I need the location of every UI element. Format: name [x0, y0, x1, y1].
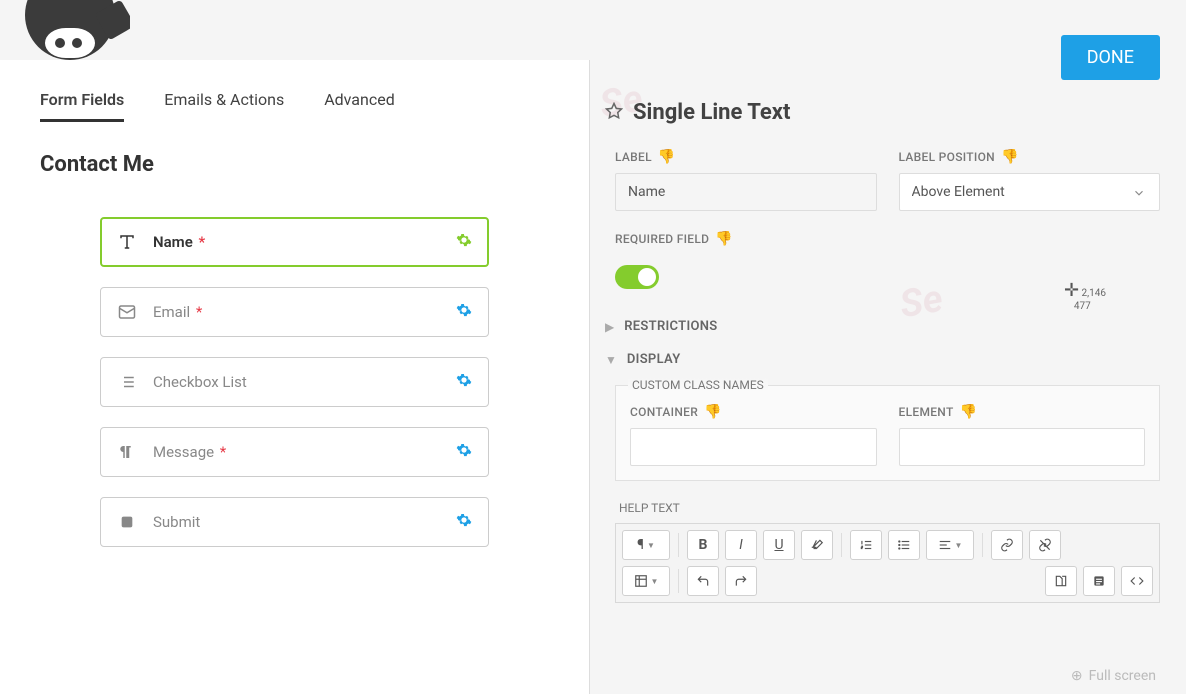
- form-title[interactable]: Contact Me: [40, 152, 549, 177]
- custom-class-fieldset: CUSTOM CLASS NAMES CONTAINER 👎 ELEMENT 👎: [615, 385, 1160, 481]
- rich-text-toolbar: ¶▼ B I U ▼: [615, 523, 1160, 603]
- align-button[interactable]: ▼: [926, 530, 974, 560]
- element-class-caption: ELEMENT 👎: [899, 404, 1146, 420]
- label-position-select[interactable]: [899, 173, 1161, 211]
- done-button[interactable]: DONE: [1061, 35, 1160, 80]
- restrictions-section-toggle[interactable]: ▶ RESTRICTIONS: [605, 319, 1160, 334]
- required-star: *: [199, 233, 206, 251]
- coordinate-crosshair: ✛ 2,146 477: [1064, 280, 1106, 312]
- bold-button[interactable]: B: [687, 530, 719, 560]
- gear-icon[interactable]: [456, 302, 472, 322]
- thumbs-down-icon[interactable]: 👎: [658, 149, 676, 165]
- field-label: Submit: [153, 513, 456, 531]
- thumbs-down-icon[interactable]: 👎: [704, 404, 722, 420]
- gear-icon[interactable]: [456, 512, 472, 532]
- fullscreen-button[interactable]: ⊕ Full screen: [1071, 668, 1156, 684]
- app-logo: [0, 0, 130, 62]
- field-label: Checkbox List: [153, 373, 456, 391]
- thumbs-down-icon[interactable]: 👎: [715, 231, 733, 247]
- redo-button[interactable]: [725, 566, 757, 596]
- undo-button[interactable]: [687, 566, 719, 596]
- list-icon: [117, 373, 137, 391]
- label-position-caption: LABEL POSITION 👎: [899, 149, 1161, 165]
- builder-tabs: Form Fields Emails & Actions Advanced: [40, 90, 549, 122]
- container-class-input[interactable]: [630, 428, 877, 466]
- fields-list: Name * Email * Checkbox List Message * Submi…: [40, 217, 549, 547]
- field-item-checkbox-list[interactable]: Checkbox List: [100, 357, 489, 407]
- unordered-list-button[interactable]: [888, 530, 920, 560]
- chevron-down-icon: ▼: [605, 353, 617, 367]
- field-item-message[interactable]: Message *: [100, 427, 489, 477]
- tab-advanced[interactable]: Advanced: [324, 90, 395, 122]
- settings-title: Single Line Text: [633, 100, 790, 125]
- form-builder-panel: Form Fields Emails & Actions Advanced Co…: [0, 60, 590, 694]
- field-label: Name *: [153, 233, 456, 251]
- required-field-toggle[interactable]: [615, 265, 659, 289]
- merge-tags-button[interactable]: [1045, 566, 1077, 596]
- paragraph-icon: [117, 443, 137, 461]
- mail-icon: [117, 303, 137, 321]
- element-class-input[interactable]: [899, 428, 1146, 466]
- ordered-list-button[interactable]: [850, 530, 882, 560]
- expand-icon: ⊕: [1071, 668, 1083, 684]
- thumbs-down-icon[interactable]: 👎: [960, 404, 978, 420]
- required-star: *: [196, 303, 202, 321]
- chevron-right-icon: ▶: [605, 320, 614, 334]
- container-class-caption: CONTAINER 👎: [630, 404, 877, 420]
- star-icon[interactable]: [605, 102, 623, 124]
- label-caption: LABEL 👎: [615, 149, 877, 165]
- table-button[interactable]: ▼: [622, 566, 670, 596]
- field-settings-panel: DONE Single Line Text LABEL 👎 LABEL POSI…: [605, 35, 1160, 603]
- tab-form-fields[interactable]: Form Fields: [40, 90, 124, 122]
- field-label: Message *: [153, 443, 456, 461]
- thumbs-down-icon[interactable]: 👎: [1001, 149, 1019, 165]
- crosshair-icon: ✛: [1064, 280, 1079, 301]
- paragraph-format-button[interactable]: ¶▼: [622, 530, 670, 560]
- square-icon: [117, 514, 137, 530]
- italic-button[interactable]: I: [725, 530, 757, 560]
- required-star: *: [220, 443, 226, 461]
- gear-icon[interactable]: [456, 372, 472, 392]
- field-label: Email *: [153, 303, 456, 321]
- text-icon: [117, 233, 137, 251]
- underline-button[interactable]: U: [763, 530, 795, 560]
- gear-icon[interactable]: [456, 442, 472, 462]
- tab-emails-actions[interactable]: Emails & Actions: [164, 90, 284, 122]
- gear-icon[interactable]: [456, 232, 472, 252]
- code-view-button[interactable]: [1121, 566, 1153, 596]
- field-item-name[interactable]: Name *: [100, 217, 489, 267]
- help-text-caption: HELP TEXT: [619, 501, 1160, 515]
- display-section-toggle[interactable]: ▼ DISPLAY: [605, 352, 1160, 367]
- select-all-button[interactable]: [1083, 566, 1115, 596]
- label-input[interactable]: [615, 173, 877, 211]
- unlink-button[interactable]: [1029, 530, 1061, 560]
- custom-class-legend: CUSTOM CLASS NAMES: [628, 378, 768, 392]
- field-item-submit[interactable]: Submit: [100, 497, 489, 547]
- required-field-caption: REQUIRED FIELD 👎: [615, 231, 1160, 247]
- clear-format-button[interactable]: [801, 530, 833, 560]
- field-item-email[interactable]: Email *: [100, 287, 489, 337]
- link-button[interactable]: [991, 530, 1023, 560]
